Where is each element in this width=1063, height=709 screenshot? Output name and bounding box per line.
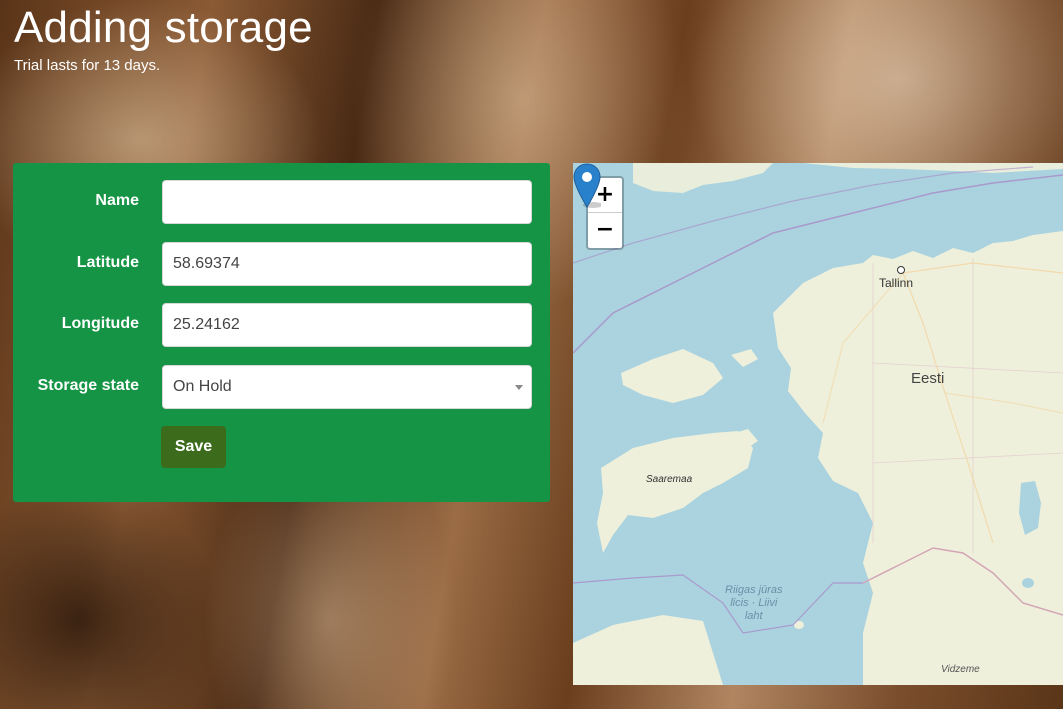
latitude-input[interactable] [162, 242, 532, 286]
map-label-country: Eesti [911, 370, 945, 387]
storage-state-label: Storage state [37, 377, 139, 394]
map-label-region: Vidzeme [941, 664, 980, 675]
city-dot-icon [897, 266, 905, 274]
longitude-label: Longitude [61, 315, 139, 332]
caret-down-icon [515, 385, 523, 390]
storage-state-select[interactable]: On Hold [162, 365, 532, 409]
latitude-row: Latitude [13, 242, 550, 286]
longitude-row: Longitude [13, 303, 550, 347]
save-button[interactable]: Save [161, 426, 226, 468]
sea-label-line1: Riigas jūras [725, 584, 783, 596]
map-tiles [573, 163, 1063, 685]
name-label: Name [95, 192, 139, 209]
map-label-island: Saaremaa [646, 474, 693, 485]
name-input[interactable] [162, 180, 532, 224]
location-map[interactable]: + − Tallinn Eesti Saaremaa Riigas jūras … [573, 163, 1063, 685]
sea-label-line3: laht [744, 610, 763, 622]
zoom-out-button[interactable]: − [588, 213, 622, 247]
sea-label-line2: līcis · Liivi [730, 597, 778, 609]
longitude-input[interactable] [162, 303, 532, 347]
location-marker-icon[interactable] [573, 163, 601, 209]
storage-form: Name Latitude Longitude Storage state On… [13, 163, 550, 502]
name-row: Name [13, 180, 550, 224]
page-title: Adding storage [14, 3, 313, 52]
storage-state-row: Storage state On Hold [13, 365, 550, 409]
map-label-sea: Riigas jūras līcis · Liivi laht [725, 584, 782, 623]
page-background: Adding storage Trial lasts for 13 days. … [0, 0, 1063, 709]
storage-state-value: On Hold [173, 378, 232, 395]
trial-notice: Trial lasts for 13 days. [14, 57, 161, 74]
map-label-city: Tallinn [879, 276, 914, 290]
latitude-label: Latitude [76, 254, 139, 271]
